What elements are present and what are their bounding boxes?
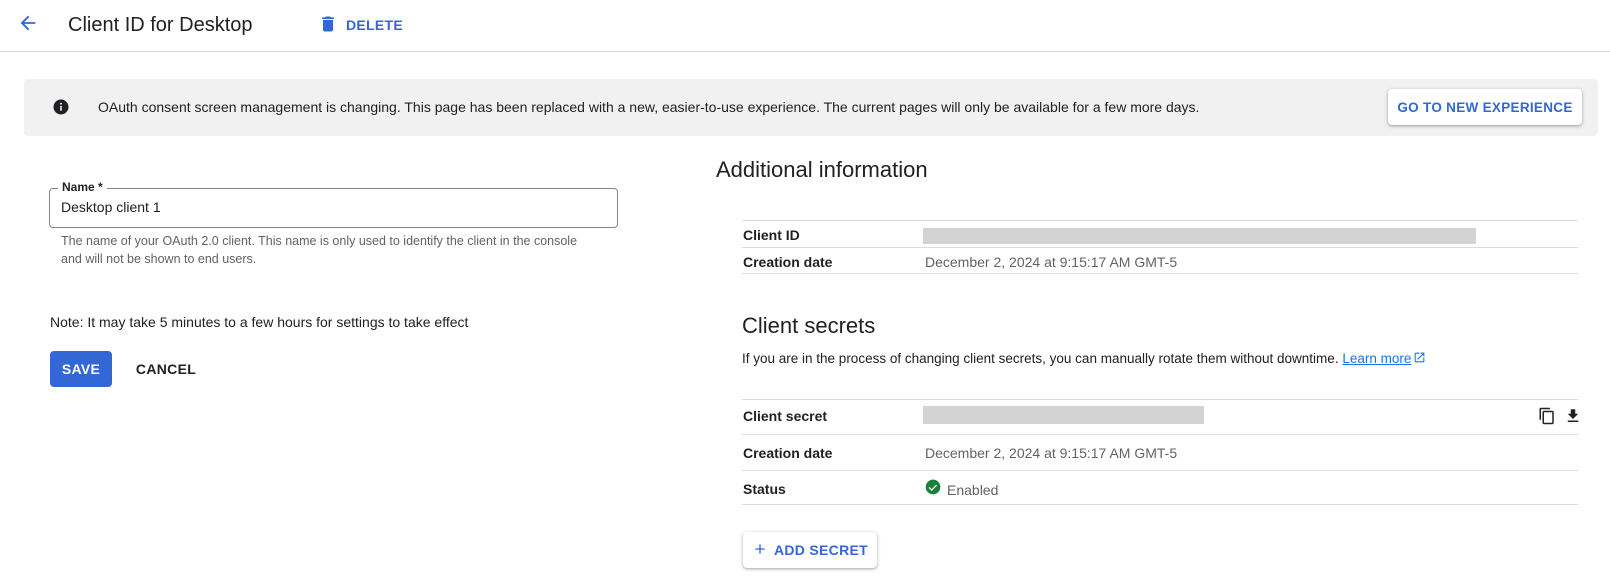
- status-label: Status: [743, 481, 786, 497]
- client-id-label: Client ID: [743, 227, 800, 243]
- arrow-back-icon: [17, 12, 39, 39]
- learn-more-link[interactable]: Learn more: [1342, 351, 1426, 366]
- client-secrets-description: If you are in the process of changing cl…: [742, 350, 1426, 368]
- save-button[interactable]: SAVE: [50, 351, 112, 387]
- add-secret-button[interactable]: ADD SECRET: [743, 532, 877, 568]
- creation-date-value: December 2, 2024 at 9:15:17 AM GMT-5: [925, 254, 1178, 270]
- learn-more-label: Learn more: [1342, 351, 1412, 366]
- external-link-icon: [1413, 351, 1426, 364]
- download-icon[interactable]: [1563, 406, 1583, 426]
- client-secret-row: Client secret: [742, 399, 1579, 434]
- cancel-button[interactable]: CANCEL: [128, 351, 204, 387]
- client-secrets-table: Client secret Creation date December 2, …: [742, 399, 1579, 505]
- additional-info-title: Additional information: [716, 157, 928, 182]
- page-title: Client ID for Desktop: [68, 14, 253, 36]
- status-row: Status Enabled: [742, 470, 1578, 505]
- client-secrets-title: Client secrets: [742, 313, 876, 338]
- client-secret-label: Client secret: [743, 408, 828, 424]
- delete-label: DELETE: [346, 17, 404, 33]
- info-banner: OAuth consent screen management is chang…: [24, 79, 1598, 136]
- copy-icon[interactable]: [1537, 406, 1557, 426]
- client-secret-value-redacted: [923, 406, 1204, 424]
- status-value: Enabled: [925, 479, 998, 500]
- secret-creation-date-label: Creation date: [743, 445, 833, 461]
- settings-note: Note: It may take 5 minutes to a few hou…: [50, 314, 469, 330]
- back-button[interactable]: [14, 11, 42, 39]
- page-header: Client ID for Desktop DELETE: [0, 0, 1610, 52]
- additional-info-table: Client ID Creation date December 2, 2024…: [742, 220, 1578, 274]
- go-to-new-experience-button[interactable]: GO TO NEW EXPERIENCE: [1388, 89, 1582, 125]
- name-label: Name *: [58, 180, 107, 194]
- secret-creation-date-row: Creation date December 2, 2024 at 9:15:1…: [742, 434, 1578, 470]
- delete-button[interactable]: DELETE: [318, 12, 403, 38]
- check-circle-icon: [925, 479, 941, 500]
- info-creation-date-row: Creation date December 2, 2024 at 9:15:1…: [742, 247, 1578, 274]
- plus-icon: [752, 541, 768, 560]
- status-text: Enabled: [947, 481, 999, 498]
- name-hint: The name of your OAuth 2.0 client. This …: [61, 234, 578, 266]
- client-id-value-redacted: [923, 228, 1476, 244]
- trash-icon: [318, 13, 338, 38]
- info-icon: [52, 98, 70, 116]
- client-secrets-description-text: If you are in the process of changing cl…: [742, 351, 1339, 366]
- banner-message: OAuth consent screen management is chang…: [98, 99, 1200, 115]
- client-id-row: Client ID: [742, 220, 1578, 247]
- secret-creation-date-value: December 2, 2024 at 9:15:17 AM GMT-5: [925, 445, 1178, 461]
- name-input[interactable]: [61, 199, 601, 215]
- name-field[interactable]: Name *: [49, 180, 618, 228]
- add-secret-label: ADD SECRET: [773, 542, 868, 558]
- creation-date-label: Creation date: [743, 254, 833, 270]
